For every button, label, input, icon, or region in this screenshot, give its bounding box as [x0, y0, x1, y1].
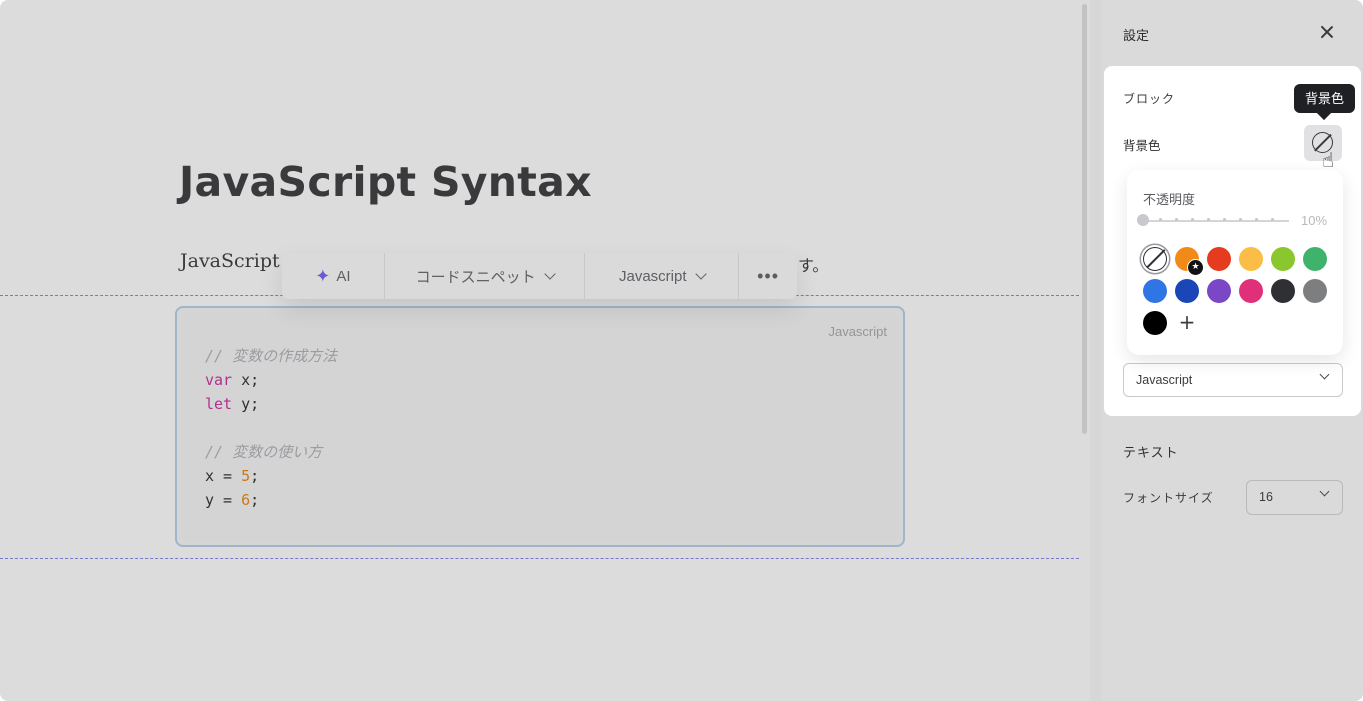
font-size-select[interactable]: 16 [1246, 480, 1343, 515]
code-token-number: 5 [241, 467, 251, 485]
chevron-down-icon [694, 268, 707, 280]
code-line[interactable]: var x; [205, 368, 337, 392]
code-line[interactable]: // 変数の使い方 [205, 440, 337, 464]
code-token-plain: ; [250, 467, 260, 485]
background-color-tooltip: 背景色 [1294, 84, 1356, 113]
code-token-plain: y = [205, 491, 242, 509]
code-block[interactable]: Javascript // 変数の作成方法 var x; let y;// 変数の使… [175, 306, 905, 547]
hand-cursor-icon: ☝ [1322, 148, 1335, 172]
add-color-button[interactable]: + [1177, 310, 1197, 334]
code-token-plain: x = [205, 467, 242, 485]
block-guide-bottom [0, 558, 1079, 559]
language-select[interactable]: Javascript [1123, 363, 1343, 397]
editor-canvas: JavaScript Syntax JavaScript s す。 Javasc… [0, 0, 1090, 701]
opacity-slider-tick [1159, 218, 1162, 221]
color-swatch-pink[interactable] [1239, 279, 1263, 303]
color-swatch-green[interactable] [1303, 247, 1327, 271]
opacity-label: 不透明度 [1143, 192, 1196, 207]
color-swatch-none[interactable] [1143, 247, 1167, 271]
code-token-comment: // 変数の作成方法 [205, 347, 338, 365]
app-window: JavaScript Syntax JavaScript s す。 Javasc… [0, 0, 1363, 701]
language-dropdown[interactable]: Javascript [585, 253, 738, 299]
background-color-label: 背景色 [1123, 139, 1161, 153]
color-swatch-lime[interactable] [1271, 247, 1295, 271]
opacity-slider-tick [1191, 218, 1194, 221]
opacity-slider-tick [1223, 218, 1226, 221]
code-line[interactable]: y = 6; [205, 488, 337, 512]
color-swatch-blue[interactable] [1143, 279, 1167, 303]
code-line[interactable]: let y; [205, 392, 337, 416]
code-snippet-dropdown[interactable]: コードスニペット [385, 253, 585, 299]
code-line[interactable] [205, 416, 337, 440]
ai-button[interactable]: ✦ AI [282, 253, 384, 299]
code-content[interactable]: // 変数の作成方法 var x; let y;// 変数の使い方 x = 5; y =… [205, 344, 337, 512]
ai-button-label: AI [336, 267, 351, 285]
language-select-value: Javascript [1136, 373, 1193, 387]
language-dropdown-label: Javascript [618, 267, 687, 285]
page-title[interactable]: JavaScript Syntax [179, 158, 592, 206]
code-token-number: 6 [241, 491, 251, 509]
chevron-down-icon [1319, 486, 1330, 497]
code-token-plain: x; [232, 371, 260, 389]
code-token-keyword: var [205, 371, 233, 389]
color-swatch-orange[interactable]: ★ [1175, 247, 1204, 276]
color-swatch-black[interactable] [1143, 311, 1167, 335]
font-size-value: 16 [1259, 490, 1273, 504]
code-token-keyword: let [205, 395, 233, 413]
more-icon: ••• [757, 265, 779, 286]
chevron-down-icon [1319, 369, 1330, 380]
code-language-label: Javascript [828, 324, 887, 339]
color-swatch-navy[interactable] [1175, 279, 1199, 303]
opacity-value: 10% [1301, 213, 1328, 228]
panel-divider [1090, 0, 1102, 701]
color-swatch-yellow[interactable] [1239, 247, 1263, 271]
code-snippet-label: コードスニペット [415, 268, 536, 286]
star-icon: ★ [1187, 259, 1204, 276]
opacity-slider-tick [1175, 218, 1178, 221]
chevron-down-icon [543, 268, 556, 280]
opacity-slider-tick [1239, 218, 1242, 221]
font-size-label: フォントサイズ [1123, 491, 1214, 505]
color-swatch-red[interactable] [1207, 247, 1231, 271]
text-section-label: テキスト [1123, 445, 1179, 460]
color-swatch-purple[interactable] [1207, 279, 1231, 303]
opacity-slider-tick [1207, 218, 1210, 221]
color-swatch-gray[interactable] [1303, 279, 1327, 303]
opacity-slider-tick [1271, 218, 1274, 221]
paragraph-text[interactable]: JavaScript s [180, 250, 295, 272]
color-swatch-charcoal[interactable] [1271, 279, 1295, 303]
block-toolbar: ✦ AI コードスニペット Javascript ••• [282, 253, 797, 299]
settings-title: 設定 [1123, 28, 1150, 43]
code-token-plain: ; [250, 491, 260, 509]
opacity-slider-track[interactable] [1143, 218, 1289, 222]
paragraph-text-tail[interactable]: す。 [798, 252, 828, 276]
opacity-slider-thumb[interactable] [1137, 214, 1149, 226]
code-token-comment: // 変数の使い方 [205, 443, 323, 461]
code-line[interactable]: x = 5; [205, 464, 337, 488]
close-icon[interactable] [1316, 21, 1338, 43]
block-section-label: ブロック [1123, 92, 1176, 106]
opacity-slider-tick [1255, 218, 1258, 221]
more-options-button[interactable]: ••• [739, 253, 797, 299]
sparkle-icon: ✦ [315, 265, 331, 286]
code-line[interactable]: // 変数の作成方法 [205, 344, 337, 368]
color-picker-popover: 不透明度 10% ★ + [1127, 170, 1343, 355]
code-token-plain: y; [232, 395, 260, 413]
editor-scrollbar[interactable] [1082, 4, 1087, 434]
